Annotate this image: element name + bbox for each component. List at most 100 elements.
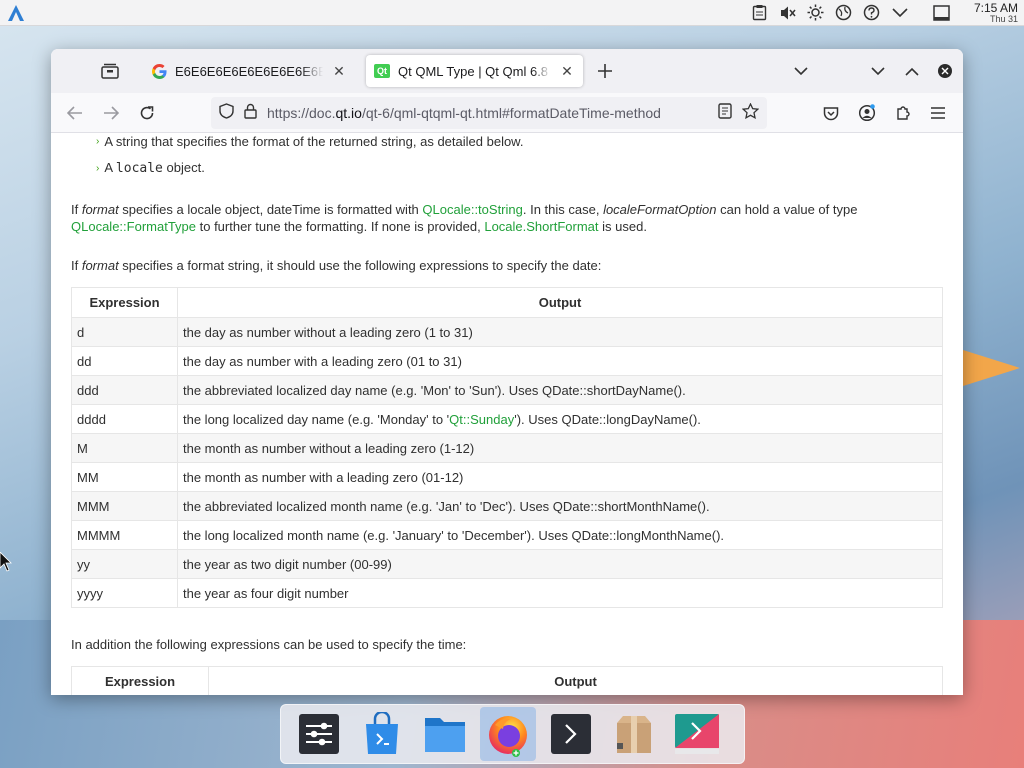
dock — [280, 704, 745, 764]
system-tray: 7:15 AM Thu 31 — [750, 2, 1018, 24]
help-icon[interactable] — [862, 3, 881, 22]
page-content: › A string that specifies the format of … — [51, 133, 963, 695]
reload-icon[interactable] — [137, 103, 157, 123]
close-tab-icon[interactable]: ✕ — [559, 63, 575, 79]
forward-icon[interactable] — [101, 103, 121, 123]
firefox-icon[interactable] — [480, 707, 536, 761]
expression-cell: M — [71, 433, 178, 463]
paragraph: If format specifies a locale object, dat… — [71, 202, 858, 234]
extensions-icon[interactable] — [893, 103, 913, 123]
software-center-icon[interactable] — [669, 707, 725, 761]
wallpaper-shape — [963, 350, 1020, 386]
tab-google[interactable]: E6E6E6E6E6E6E6E6E6E6E6E6E6 ✕ — [143, 55, 355, 87]
output-cell: the year as two digit number (00-99) — [177, 549, 943, 579]
expression-cell: ddd — [71, 375, 178, 405]
close-window-icon[interactable] — [935, 61, 955, 81]
url-text[interactable]: https://doc.qt.io/qt-6/qml-qtqml-qt.html… — [267, 105, 708, 121]
app-store-icon[interactable] — [354, 707, 410, 761]
system-settings-icon[interactable] — [291, 707, 347, 761]
clock[interactable]: 7:15 AM Thu 31 — [968, 2, 1018, 24]
table-row: d the day as number without a leading zer… — [71, 317, 943, 347]
tracking-protection-shield-icon[interactable] — [219, 103, 234, 123]
output-cell: the long localized month name (e.g. 'Jan… — [177, 520, 943, 550]
link-locale-shortformat[interactable]: Locale.ShortFormat — [484, 219, 598, 234]
output-cell: the abbreviated localized day name (e.g.… — [177, 375, 943, 405]
bullet-arrow-icon: › — [96, 136, 100, 147]
expression-cell: yyyy — [71, 578, 178, 608]
list-item-text: A string that specifies the format of th… — [104, 134, 524, 149]
browser-window: E6E6E6E6E6E6E6E6E6E6E6E6E6 ✕ Qt Qt QML T… — [51, 49, 963, 695]
show-desktop-icon[interactable] — [932, 3, 951, 22]
paragraph: In addition the following expressions ca… — [71, 637, 467, 652]
table-row: dddd the long localized day name (e.g. 'M… — [71, 404, 943, 434]
time-format-table: Expression Output — [71, 666, 943, 695]
archive-manager-icon[interactable] — [606, 707, 662, 761]
lock-icon[interactable] — [244, 103, 257, 123]
network-icon[interactable] — [834, 3, 853, 22]
tab-title: Qt QML Type | Qt Qml 6.8 — [398, 63, 549, 79]
output-cell: the day as number without a leading zero… — [177, 317, 943, 347]
minimize-icon[interactable] — [868, 61, 888, 81]
url-host: qt.io — [335, 105, 362, 121]
expression-cell: d — [71, 317, 178, 347]
google-icon — [151, 63, 167, 79]
column-header: Expression — [71, 287, 178, 318]
tab-title: E6E6E6E6E6E6E6E6E6E6E6E6E6 — [175, 63, 323, 79]
output-cell: the day as number with a leading zero (0… — [177, 346, 943, 376]
file-manager-icon[interactable] — [417, 707, 473, 761]
back-icon[interactable] — [65, 103, 85, 123]
reader-view-icon[interactable] — [718, 103, 732, 123]
mouse-cursor-icon — [0, 552, 12, 572]
terminal-icon[interactable] — [543, 707, 599, 761]
list-item: › A locale object. — [96, 160, 205, 176]
pocket-icon[interactable] — [821, 103, 841, 123]
new-tab-icon[interactable] — [595, 61, 615, 81]
list-item: › A string that specifies the format of … — [96, 134, 523, 149]
qt-icon: Qt — [374, 63, 390, 79]
tab-manager-icon[interactable] — [99, 61, 121, 81]
paragraph: If format specifies a format string, it … — [71, 258, 602, 273]
output-cell: the month as number with a leading zero … — [177, 462, 943, 492]
table-header-row: Expression Output — [71, 666, 943, 695]
expression-cell: dd — [71, 346, 178, 376]
output-cell: the long localized day name (e.g. 'Monda… — [177, 404, 943, 434]
column-header: Expression — [71, 666, 209, 695]
emphasis: localeFormatOption — [603, 202, 717, 217]
table-header-row: Expression Output — [71, 287, 943, 318]
column-header: Output — [177, 287, 943, 318]
volume-muted-icon[interactable] — [778, 3, 797, 22]
expression-cell: yy — [71, 549, 178, 579]
app-launcher-icon[interactable] — [6, 3, 26, 23]
bullet-arrow-icon: › — [96, 162, 100, 174]
table-row: MMM the abbreviated localized month name … — [71, 491, 943, 521]
clipboard-icon[interactable] — [750, 3, 769, 22]
link-qlocale-formattype[interactable]: QLocale::FormatType — [71, 219, 196, 234]
table-row: MMMM the long localized month name (e.g. … — [71, 520, 943, 550]
link-qlocale-tostring[interactable]: QLocale::toString — [422, 202, 522, 217]
code-span: locale — [115, 161, 163, 176]
list-item-text: A locale object. — [104, 160, 205, 176]
hamburger-menu-icon[interactable] — [928, 103, 948, 123]
url-bar[interactable]: https://doc.qt.io/qt-6/qml-qtqml-qt.html… — [211, 97, 767, 129]
expression-cell: MM — [71, 462, 178, 492]
output-cell: the year as four digit number — [177, 578, 943, 608]
table-row: yy the year as two digit number (00-99) — [71, 549, 943, 579]
tab-bar: E6E6E6E6E6E6E6E6E6E6E6E6E6 ✕ Qt Qt QML T… — [51, 49, 963, 93]
tab-qt-docs[interactable]: Qt Qt QML Type | Qt Qml 6.8 ✕ — [366, 55, 583, 87]
url-path: /qt-6/qml-qtqml-qt.html#formatDateTime-m… — [361, 105, 661, 121]
emphasis: format — [81, 202, 119, 217]
close-tab-icon[interactable]: ✕ — [331, 63, 347, 79]
maximize-icon[interactable] — [902, 61, 922, 81]
clock-date: Thu 31 — [989, 13, 1018, 24]
bookmark-star-icon[interactable] — [741, 102, 760, 123]
expression-cell: MMMM — [71, 520, 178, 550]
tray-expand-icon[interactable] — [890, 3, 909, 22]
output-cell: the abbreviated localized month name (e.… — [177, 491, 943, 521]
table-row: dd the day as number with a leading zero … — [71, 346, 943, 376]
link-qt-sunday[interactable]: Qt::Sunday — [449, 412, 514, 427]
table-row: MM the month as number with a leading zer… — [71, 462, 943, 492]
brightness-icon[interactable] — [806, 3, 825, 22]
list-all-tabs-icon[interactable] — [791, 61, 811, 81]
nav-bar: https://doc.qt.io/qt-6/qml-qtqml-qt.html… — [51, 93, 963, 133]
account-icon[interactable] — [857, 103, 877, 123]
